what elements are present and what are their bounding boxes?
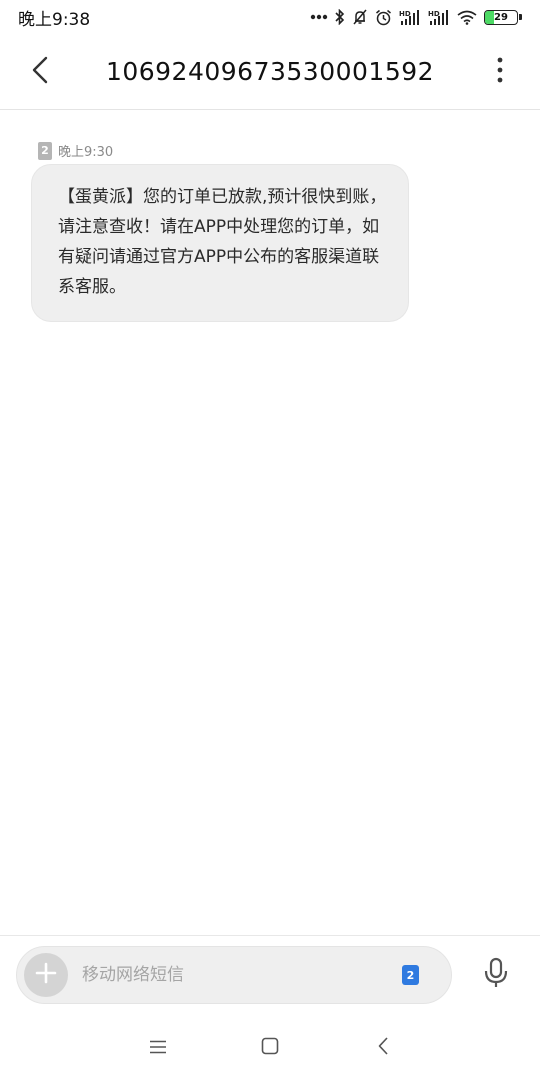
menu-icon xyxy=(149,1039,167,1058)
compose-bar: 2 xyxy=(16,946,452,1004)
back-button[interactable] xyxy=(0,34,80,110)
hd-signal-2-icon: HD xyxy=(428,9,450,26)
battery-fill xyxy=(485,10,495,24)
mute-icon xyxy=(352,9,368,25)
compose-divider xyxy=(0,935,540,936)
status-bar: 晚上9:38 HD HD 29 xyxy=(0,0,540,34)
bluetooth-icon xyxy=(335,9,345,25)
conversation-header: 10692409673530001592 xyxy=(0,34,540,110)
nav-back-button[interactable] xyxy=(368,1035,398,1061)
plus-icon xyxy=(35,962,57,988)
message-text: 【蛋黄派】您的订单已放款,预计很快到账，请注意查收！请在APP中处理您的订单，如… xyxy=(58,187,387,297)
back-icon xyxy=(378,1037,388,1059)
battery-level: 29 xyxy=(494,11,508,23)
status-icons: HD HD 29 xyxy=(310,9,522,26)
more-vertical-icon xyxy=(497,57,503,87)
battery-icon: 29 xyxy=(484,9,522,25)
sim-badge: 2 xyxy=(38,141,52,160)
wifi-icon xyxy=(457,10,477,25)
nav-menu-button[interactable] xyxy=(143,1035,173,1061)
hd-signal-1-icon: HD xyxy=(399,9,421,26)
message-input[interactable] xyxy=(68,955,402,995)
battery-body: 29 xyxy=(484,9,518,25)
add-attachment-button[interactable] xyxy=(24,953,68,997)
more-options-button[interactable] xyxy=(460,34,540,110)
message-meta: 2 晚上9:30 xyxy=(38,141,113,160)
message-bubble[interactable]: 【蛋黄派】您的订单已放款,预计很快到账，请注意查收！请在APP中处理您的订单，如… xyxy=(31,164,409,322)
message-time: 晚上9:30 xyxy=(58,145,114,160)
contact-number-title: 10692409673530001592 xyxy=(105,57,435,86)
more-dots-icon xyxy=(310,14,328,20)
sim-select-button[interactable]: 2 xyxy=(402,965,419,985)
home-icon xyxy=(261,1037,279,1059)
battery-cap xyxy=(519,14,522,20)
voice-input-button[interactable] xyxy=(470,946,522,1004)
sms-conversation-screen: 晚上9:38 HD HD 29 10692409673530001592 2 晚… xyxy=(0,0,540,1080)
alarm-icon xyxy=(375,9,392,26)
back-arrow-icon xyxy=(32,56,48,88)
nav-home-button[interactable] xyxy=(255,1035,285,1061)
status-time: 晚上9:38 xyxy=(18,9,91,30)
system-nav-bar xyxy=(0,1015,540,1080)
microphone-icon xyxy=(483,957,509,993)
